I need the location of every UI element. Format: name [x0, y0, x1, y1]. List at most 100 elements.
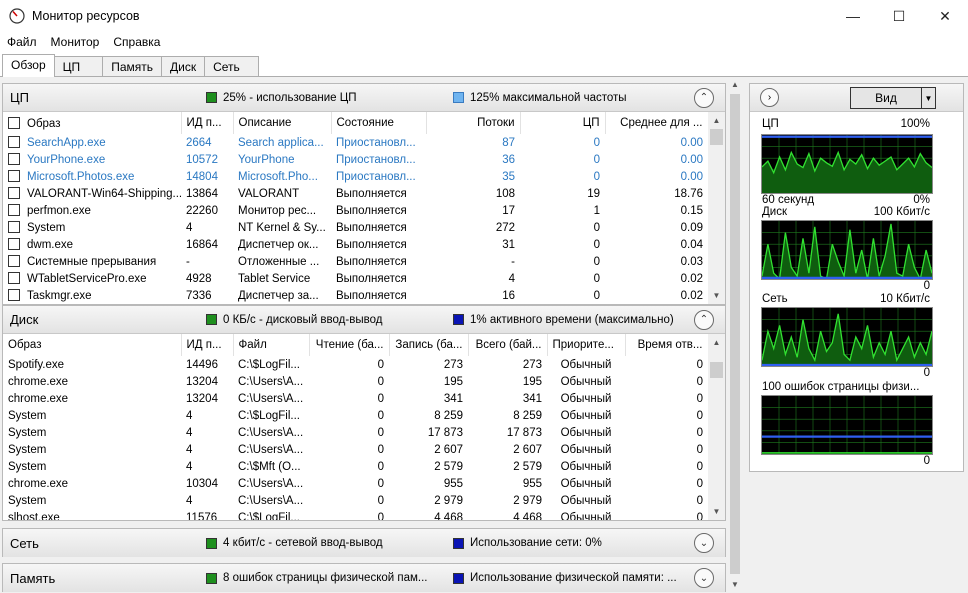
cell-write: 2 579	[434, 460, 463, 473]
cell-pid: 14804	[181, 168, 233, 185]
cell-text: Выполняется	[336, 272, 407, 285]
row-checkbox[interactable]	[8, 170, 20, 182]
scroll-up-arrow-icon[interactable]: ▲	[708, 334, 725, 351]
scroll-thumb[interactable]	[710, 129, 723, 145]
tab-disk[interactable]: Диск	[160, 56, 206, 77]
scroll-down-arrow-icon[interactable]: ▼	[708, 287, 725, 304]
table-row[interactable]: chrome.exe 13204 C:\Users\A... 0 195 195 Обычн…	[3, 373, 708, 390]
menu-monitor[interactable]: Монитор	[44, 35, 107, 49]
cpu-column-header[interactable]: Описание	[233, 112, 332, 134]
cell-avg: 18.76	[605, 185, 708, 202]
table-row[interactable]: Системные прерывания - Отложенные ... Выпол…	[3, 253, 708, 270]
disk-section-title: Диск	[10, 312, 39, 327]
cpu-table-scrollbar[interactable]: ▲ ▼	[708, 112, 725, 304]
green-legend-icon	[206, 572, 217, 584]
row-checkbox[interactable]	[8, 272, 20, 284]
table-row[interactable]: System 4 C:\$Mft (O... 0 2 579 2 579 Обычный 0	[3, 458, 708, 475]
view-dropdown-arrow-icon[interactable]: ▼	[922, 87, 936, 109]
table-row[interactable]: Taskmgr.exe 7336 Диспетчер за... Выполняетс…	[3, 287, 708, 304]
disk-table-scrollbar[interactable]: ▲ ▼	[708, 334, 725, 520]
tab-cpu[interactable]: ЦП	[53, 56, 104, 77]
disk-column-header[interactable]: Файл	[233, 334, 310, 356]
row-checkbox[interactable]	[8, 289, 20, 301]
collapse-chevron-up-icon[interactable]: ⌃	[694, 87, 714, 108]
minimize-button[interactable]: —	[830, 0, 876, 32]
row-checkbox[interactable]	[8, 136, 20, 148]
table-row[interactable]: System 4 C:\$LogFil... 0 8 259 8 259 Обычный 0	[3, 407, 708, 424]
maximize-button[interactable]: ☐	[876, 0, 922, 32]
row-checkbox[interactable]	[8, 255, 20, 267]
disk-column-header[interactable]: Запись (ба...	[389, 334, 469, 356]
disk-column-header[interactable]: Приорите...	[547, 334, 626, 356]
table-row[interactable]: dwm.exe 16864 Диспетчер ок... Выполняется 31…	[3, 236, 708, 253]
main-scrollbar[interactable]: ▲ ▼	[728, 77, 742, 593]
cell-threads: 31	[426, 236, 520, 253]
scroll-up-arrow-icon[interactable]: ▲	[728, 77, 742, 93]
cpu-column-header[interactable]: ИД п...	[181, 112, 234, 134]
cpu-column-header[interactable]: ЦП	[520, 112, 606, 134]
table-row[interactable]: Microsoft.Photos.exe 14804 Microsoft.Pho..…	[3, 168, 708, 185]
cell-text: NT Kernel & Sy...	[238, 221, 326, 234]
table-row[interactable]: chrome.exe 13204 C:\Users\A... 0 341 341 Обычн…	[3, 390, 708, 407]
disk-column-header[interactable]: Образ	[3, 334, 182, 356]
cell-text: 0.03	[680, 255, 703, 268]
row-checkbox[interactable]	[8, 153, 20, 165]
disk-column-header[interactable]: Время отв...	[625, 334, 709, 356]
view-button[interactable]: Вид	[850, 87, 922, 109]
close-button[interactable]: ✕	[922, 0, 968, 32]
collapse-chevron-up-icon[interactable]: ⌃	[694, 309, 714, 330]
table-row[interactable]: YourPhone.exe 10572 YourPhone Приостановл..…	[3, 151, 708, 168]
table-row[interactable]: SearchApp.exe 2664 Search applica... Приост…	[3, 134, 708, 151]
disk-table-wrap: Образ ИД п... Файл Чтение (ба... Запись (ба.…	[3, 334, 725, 520]
cell-text: Приостановл...	[336, 153, 416, 166]
disk-column-header[interactable]: ИД п...	[181, 334, 234, 356]
expand-chevron-down-icon[interactable]: ⌄	[694, 533, 714, 553]
cpu-column-header[interactable]: Потоки	[426, 112, 521, 134]
table-row[interactable]: Spotify.exe 14496 C:\$LogFil... 0 273 273 Обыч…	[3, 356, 708, 373]
cell-text: 0	[593, 221, 600, 234]
table-row[interactable]: perfmon.exe 22260 Монитор рес... Выполняетс…	[3, 202, 708, 219]
table-row[interactable]: System 4 C:\Users\A... 0 2 979 2 979 Обычный 0	[3, 492, 708, 509]
chevron-right-icon[interactable]: ›	[760, 88, 779, 107]
scroll-down-arrow-icon[interactable]: ▼	[728, 577, 742, 593]
cpu-section-header[interactable]: ЦП 25% - использование ЦП 125% максималь…	[3, 84, 725, 112]
row-checkbox[interactable]	[8, 204, 20, 216]
table-row[interactable]: chrome.exe 10304 C:\Users\A... 0 955 955 Обычн…	[3, 475, 708, 492]
tab-overview[interactable]: Обзор	[2, 54, 55, 77]
expand-chevron-down-icon[interactable]: ⌄	[694, 568, 714, 588]
table-row[interactable]: WTabletServicePro.exe 4928 Tablet Service В…	[3, 270, 708, 287]
graph-canvas	[761, 220, 933, 280]
scroll-up-arrow-icon[interactable]: ▲	[708, 112, 725, 129]
table-row[interactable]: System 4 C:\Users\A... 0 17 873 17 873 Обычный…	[3, 424, 708, 441]
disk-column-header[interactable]: Чтение (ба...	[309, 334, 390, 356]
scroll-thumb[interactable]	[710, 362, 723, 378]
memory-section-header[interactable]: Память 8 ошибок страницы физической пам.…	[3, 564, 725, 592]
cell-total: 2 607	[513, 443, 542, 456]
scroll-thumb[interactable]	[730, 94, 740, 574]
cpu-column-header[interactable]: Среднее для ...	[605, 112, 709, 134]
cell-desc: NT Kernel & Sy...	[233, 219, 331, 236]
table-row[interactable]: VALORANT-Win64-Shipping.... 13864 VALORANT…	[3, 185, 708, 202]
tab-memory[interactable]: Память	[102, 56, 162, 77]
cell-read: 0	[377, 494, 384, 507]
menu-help[interactable]: Справка	[106, 35, 167, 49]
table-row[interactable]: System 4 NT Kernel & Sy... Выполняется 272 0 0…	[3, 219, 708, 236]
table-row[interactable]: System 4 C:\Users\A... 0 2 607 2 607 Обычный 0	[3, 441, 708, 458]
cell-pid: 4	[186, 460, 193, 473]
network-section-header[interactable]: Сеть 4 кбит/с - сетевой ввод-вывод Испол…	[3, 529, 725, 557]
menu-file[interactable]: Файл	[0, 35, 44, 49]
memory-section-title: Память	[10, 570, 56, 586]
scroll-down-arrow-icon[interactable]: ▼	[708, 503, 725, 520]
tab-network[interactable]: Сеть	[204, 56, 259, 77]
row-checkbox[interactable]	[8, 238, 20, 250]
cell-write: 8 259	[434, 409, 463, 422]
table-row[interactable]: slhost.exe 11576 C:\$LogFil... 0 4 468 4 468 О…	[3, 509, 708, 521]
row-checkbox[interactable]	[8, 221, 20, 233]
select-all-checkbox[interactable]	[8, 116, 20, 129]
row-checkbox[interactable]	[8, 187, 20, 199]
cpu-column-header[interactable]: Состояние	[331, 112, 427, 134]
disk-column-header[interactable]: Всего (бай...	[468, 334, 548, 356]
disk-section-header[interactable]: Диск 0 КБ/с - дисковый ввод-вывод 1% акт…	[3, 306, 725, 334]
cpu-column-header[interactable]: Образ	[3, 112, 182, 134]
cell-text: 0	[593, 153, 600, 166]
